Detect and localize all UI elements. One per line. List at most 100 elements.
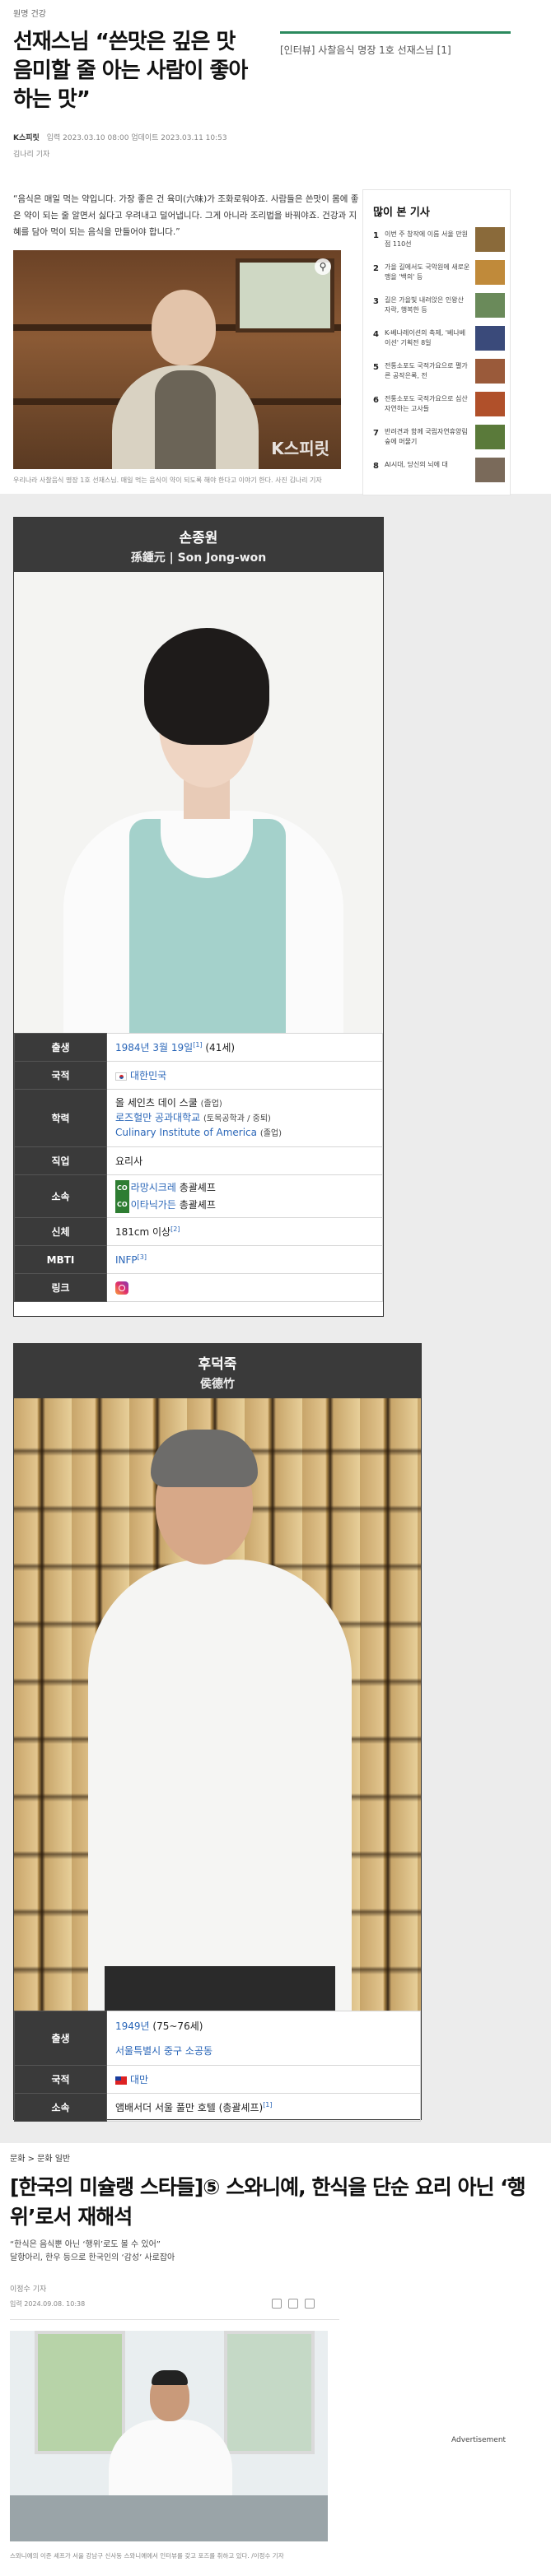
- value-job: 요리사: [106, 1146, 383, 1175]
- popular-item[interactable]: 4 K-베나레이션의 축제, '베나베이션' 기획전 8일: [373, 326, 505, 353]
- birth-place-link[interactable]: 서울특별시 중구 소공동: [115, 2045, 212, 2057]
- article-title: [한국의 미슐랭 스타들]⑤ 스와니예, 한식을 단순 요리 아닌 ‘행위’로서…: [10, 2175, 526, 2229]
- popular-headline[interactable]: AI시대, 당신의 뇌에 대: [385, 460, 470, 480]
- edu-note: (졸업): [259, 1128, 283, 1138]
- edu-note: (토목공학과 / 중퇴): [203, 1114, 271, 1123]
- article-category[interactable]: 문화 > 문화 일반: [10, 2151, 70, 2164]
- affiliation-2-link[interactable]: 이타닉가든: [131, 1199, 176, 1211]
- affiliation-1-link[interactable]: 라망시크레: [131, 1182, 176, 1193]
- ref-link[interactable]: [2]: [170, 1225, 180, 1233]
- popular-rank: 4: [373, 330, 379, 339]
- related-article-link[interactable]: [인터뷰] 사찰음식 명장 1호 선재스님 [1]: [280, 43, 527, 57]
- share-icon[interactable]: [272, 2299, 282, 2309]
- label-education: 학력: [14, 1089, 107, 1147]
- monk-head: [152, 290, 216, 365]
- article-author[interactable]: 이정수 기자: [10, 2283, 46, 2294]
- hair: [144, 628, 269, 745]
- popular-thumbnail[interactable]: [475, 293, 505, 318]
- article-byline: K스피릿 입력 2023.03.10 08:00 업데이트 2023.03.11…: [13, 132, 227, 142]
- popular-thumbnail[interactable]: [475, 359, 505, 384]
- row-affiliation: 소속 앰배서더 서울 풀만 호텔 (총괄셰프)[1]: [14, 2093, 421, 2122]
- popular-thumbnail[interactable]: [475, 392, 505, 416]
- monk-vest: [155, 370, 216, 469]
- value-affiliation: 앰배서더 서울 풀만 호텔 (총괄셰프)[1]: [106, 2093, 421, 2122]
- popular-thumbnail[interactable]: [475, 425, 505, 449]
- popular-rank: 7: [373, 429, 379, 438]
- infobox-header: 후덕죽 侯德竹: [14, 1344, 421, 1398]
- birth-date-link[interactable]: 1984년 3월 19일: [115, 1042, 193, 1053]
- article-photo[interactable]: [10, 2331, 328, 2541]
- window: [224, 2331, 315, 2454]
- popular-item[interactable]: 6 전통소포도 국적가요으로 심산자연하는 고사들: [373, 392, 505, 419]
- popular-thumbnail[interactable]: [475, 458, 505, 482]
- popular-rank: 1: [373, 231, 379, 240]
- trousers: [105, 1966, 335, 2011]
- article-author[interactable]: 김나리 기자: [13, 148, 49, 159]
- ref-link[interactable]: [1]: [263, 2101, 272, 2109]
- edu-note: (졸업): [200, 1099, 222, 1109]
- label-job: 직업: [14, 1146, 107, 1175]
- label-birth: 출생: [14, 1033, 107, 1062]
- popular-item[interactable]: 7 반려견과 함께 국립자연휴양림 숲에 머물기: [373, 425, 505, 452]
- print-icon[interactable]: [305, 2299, 315, 2309]
- taiwan-flag-icon: [115, 2076, 127, 2085]
- popular-thumbnail[interactable]: [475, 227, 505, 252]
- affiliation-role: 총괄셰프: [179, 1198, 216, 1211]
- row-nationality: 국적 대만: [14, 2065, 421, 2094]
- label-nationality: 국적: [14, 1061, 107, 1090]
- infobox-hou-de-zhu: 후덕죽 侯德竹 출생 1949년 (75~76세) 서울특별시 중구 소공동 국…: [13, 1343, 422, 2122]
- photo-caption: 스와니예의 이준 셰프가 서울 강남구 신사동 스와니예에서 인터뷰를 갖고 포…: [10, 2552, 284, 2560]
- row-education: 학력 올 세인츠 데이 스쿨 (졸업) 로즈헐만 공과대학교 (토목공학과 / …: [14, 1089, 383, 1147]
- edu-school-1: 올 세인츠 데이 스쿨: [115, 1096, 198, 1109]
- infobox-name: 후덕죽: [198, 1356, 237, 1373]
- popular-headline[interactable]: 전통소포도 국적가요으로 펼가른 공작은록, 전: [385, 361, 470, 381]
- popular-item[interactable]: 1 이번 주 창작에 이름 서울 만원점 110선: [373, 227, 505, 254]
- infobox-photo[interactable]: [14, 572, 383, 1033]
- mbti-link[interactable]: INFP: [115, 1254, 138, 1266]
- popular-item[interactable]: 2 가을 길에서도 국악원에 새로운 맹을 '백의' 등: [373, 260, 505, 287]
- infobox-photo[interactable]: [14, 1398, 421, 2011]
- hair: [152, 2370, 188, 2385]
- ref-link[interactable]: [1]: [193, 1041, 202, 1049]
- popular-rank: 3: [373, 297, 379, 306]
- popular-thumbnail[interactable]: [475, 260, 505, 285]
- photo-watermark: K스피릿: [271, 439, 329, 458]
- label-body: 신체: [14, 1217, 107, 1246]
- divider: [10, 2319, 339, 2320]
- value-affiliation: CO 라망시크레 총괄셰프 CO 이타닉가든 총괄셰프: [106, 1174, 383, 1218]
- edu-school-2-link[interactable]: 로즈헐만 공과대학교: [115, 1112, 200, 1123]
- value-nationality: 대한민국: [106, 1061, 383, 1090]
- article-category[interactable]: 원명 건강: [13, 7, 46, 19]
- popular-thumbnail[interactable]: [475, 326, 505, 351]
- edu-school-3-link[interactable]: Culinary Institute of America: [115, 1127, 257, 1138]
- ref-link[interactable]: [3]: [138, 1253, 147, 1261]
- birth-year-link[interactable]: 1949년: [115, 2020, 150, 2032]
- birth-age: (75~76세): [152, 2020, 203, 2032]
- popular-rank: 6: [373, 396, 379, 405]
- nationality-link[interactable]: 대만: [130, 2074, 148, 2085]
- related-divider: [280, 31, 511, 34]
- row-body: 신체 181cm 이상[2]: [14, 1217, 383, 1246]
- popular-headline[interactable]: 길은 가을빛 내려앉은 인왕산 자락, 행복한 등: [385, 295, 470, 315]
- popular-headline[interactable]: 반려견과 함께 국립자연휴양림 숲에 머물기: [385, 427, 470, 447]
- popular-headline[interactable]: 전통소포도 국적가요으로 심산자연하는 고사들: [385, 394, 470, 414]
- row-nationality: 국적 대한민국: [14, 1061, 383, 1090]
- infobox-son-jong-won: 손종원 孫鍾元 | Son Jong-won 출생 1984년 3월 19일[1…: [13, 517, 384, 1317]
- article-photo[interactable]: ⚲ K스피릿: [13, 250, 341, 469]
- popular-item[interactable]: 3 길은 가을빛 내려앉은 인왕산 자락, 행복한 등: [373, 293, 505, 320]
- infobox-name-alt: 侯德竹: [200, 1378, 235, 1391]
- nationality-link[interactable]: 대한민국: [130, 1070, 166, 1081]
- zoom-icon[interactable]: ⚲: [315, 258, 331, 275]
- instagram-icon[interactable]: [115, 1281, 128, 1295]
- article-subtitle-1: “한식은 음식뿐 아닌 ‘행위’로도 볼 수 있어”: [10, 2240, 161, 2249]
- article-date: 입력 2024.09.08. 10:38: [10, 2300, 86, 2308]
- advertisement-label: Advertisement: [451, 2436, 507, 2444]
- infobox-table: 출생 1949년 (75~76세) 서울특별시 중구 소공동 국적 대만 소속 …: [14, 2011, 421, 2122]
- popular-item[interactable]: 8 AI시대, 당신의 뇌에 대: [373, 458, 505, 485]
- news-article-seonjae: 원명 건강 선재스님 “쓴맛은 깊은 맛 음미할 줄 아는 사람이 좋아하는 맛…: [0, 0, 551, 495]
- popular-headline[interactable]: K-베나레이션의 축제, '베나베이션' 기획전 8일: [385, 328, 470, 348]
- popular-headline[interactable]: 가을 길에서도 국악원에 새로운 맹을 '백의' 등: [385, 263, 470, 282]
- popular-headline[interactable]: 이번 주 창작에 이름 서울 만원점 110선: [385, 230, 470, 249]
- bookmark-icon[interactable]: [288, 2299, 298, 2309]
- popular-item[interactable]: 5 전통소포도 국적가요으로 펼가른 공작은록, 전: [373, 359, 505, 386]
